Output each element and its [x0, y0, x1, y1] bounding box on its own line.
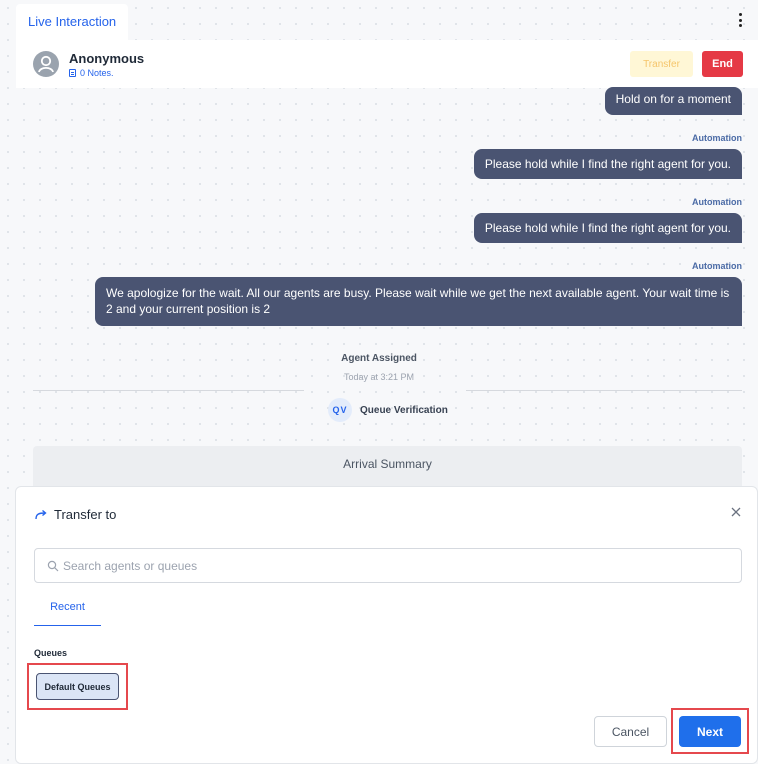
system-event-title: Agent Assigned [341, 353, 417, 364]
search-icon [47, 560, 59, 572]
queue-badge: QV [328, 398, 352, 422]
queues-section-label: Queues [34, 648, 68, 658]
tab-live-interaction[interactable]: Live Interaction [16, 4, 129, 40]
message-bubble: Please hold while I find the right agent… [473, 213, 742, 243]
user-icon [38, 55, 54, 73]
notes-icon [69, 69, 76, 77]
queue-option-default[interactable]: Default Queues [36, 673, 119, 700]
interaction-header: Anonymous 0 Notes. Transfer End [16, 40, 758, 88]
transfer-button[interactable]: Transfer [630, 51, 693, 77]
search-input[interactable] [63, 549, 733, 582]
close-icon[interactable] [729, 505, 743, 519]
divider [466, 390, 742, 391]
next-button[interactable]: Next [679, 716, 741, 747]
transfer-modal: Transfer to Recent Queues Default Queues… [15, 486, 758, 764]
contact-name: Anonymous [69, 51, 145, 66]
message-bubble: Please hold while I find the right agent… [473, 149, 742, 179]
message-bubble: Hold on for a moment [604, 87, 742, 115]
end-button[interactable]: End [702, 51, 743, 77]
queue-event: QV Queue Verification [328, 398, 448, 422]
message-sender: Automation [692, 133, 742, 143]
message-sender: Automation [692, 261, 742, 271]
arrival-summary[interactable]: Arrival Summary [33, 446, 742, 486]
message-bubble: We apologize for the wait. All our agent… [95, 277, 742, 326]
top-bar: Live Interaction [0, 0, 758, 40]
search-field [34, 548, 742, 583]
cancel-button[interactable]: Cancel [594, 716, 667, 747]
message-sender: Automation [692, 197, 742, 207]
more-options-icon[interactable] [734, 10, 746, 30]
queue-name: Queue Verification [360, 404, 448, 416]
transfer-arrow-icon [35, 509, 47, 519]
avatar [33, 51, 59, 77]
notes-count: 0 Notes. [80, 68, 114, 78]
notes-link[interactable]: 0 Notes. [69, 68, 114, 78]
modal-title: Transfer to [34, 507, 116, 522]
system-event-time: Today at 3:21 PM [343, 372, 415, 382]
modal-title-text: Transfer to [54, 507, 117, 522]
divider [33, 390, 304, 391]
tab-recent[interactable]: Recent [34, 597, 101, 626]
